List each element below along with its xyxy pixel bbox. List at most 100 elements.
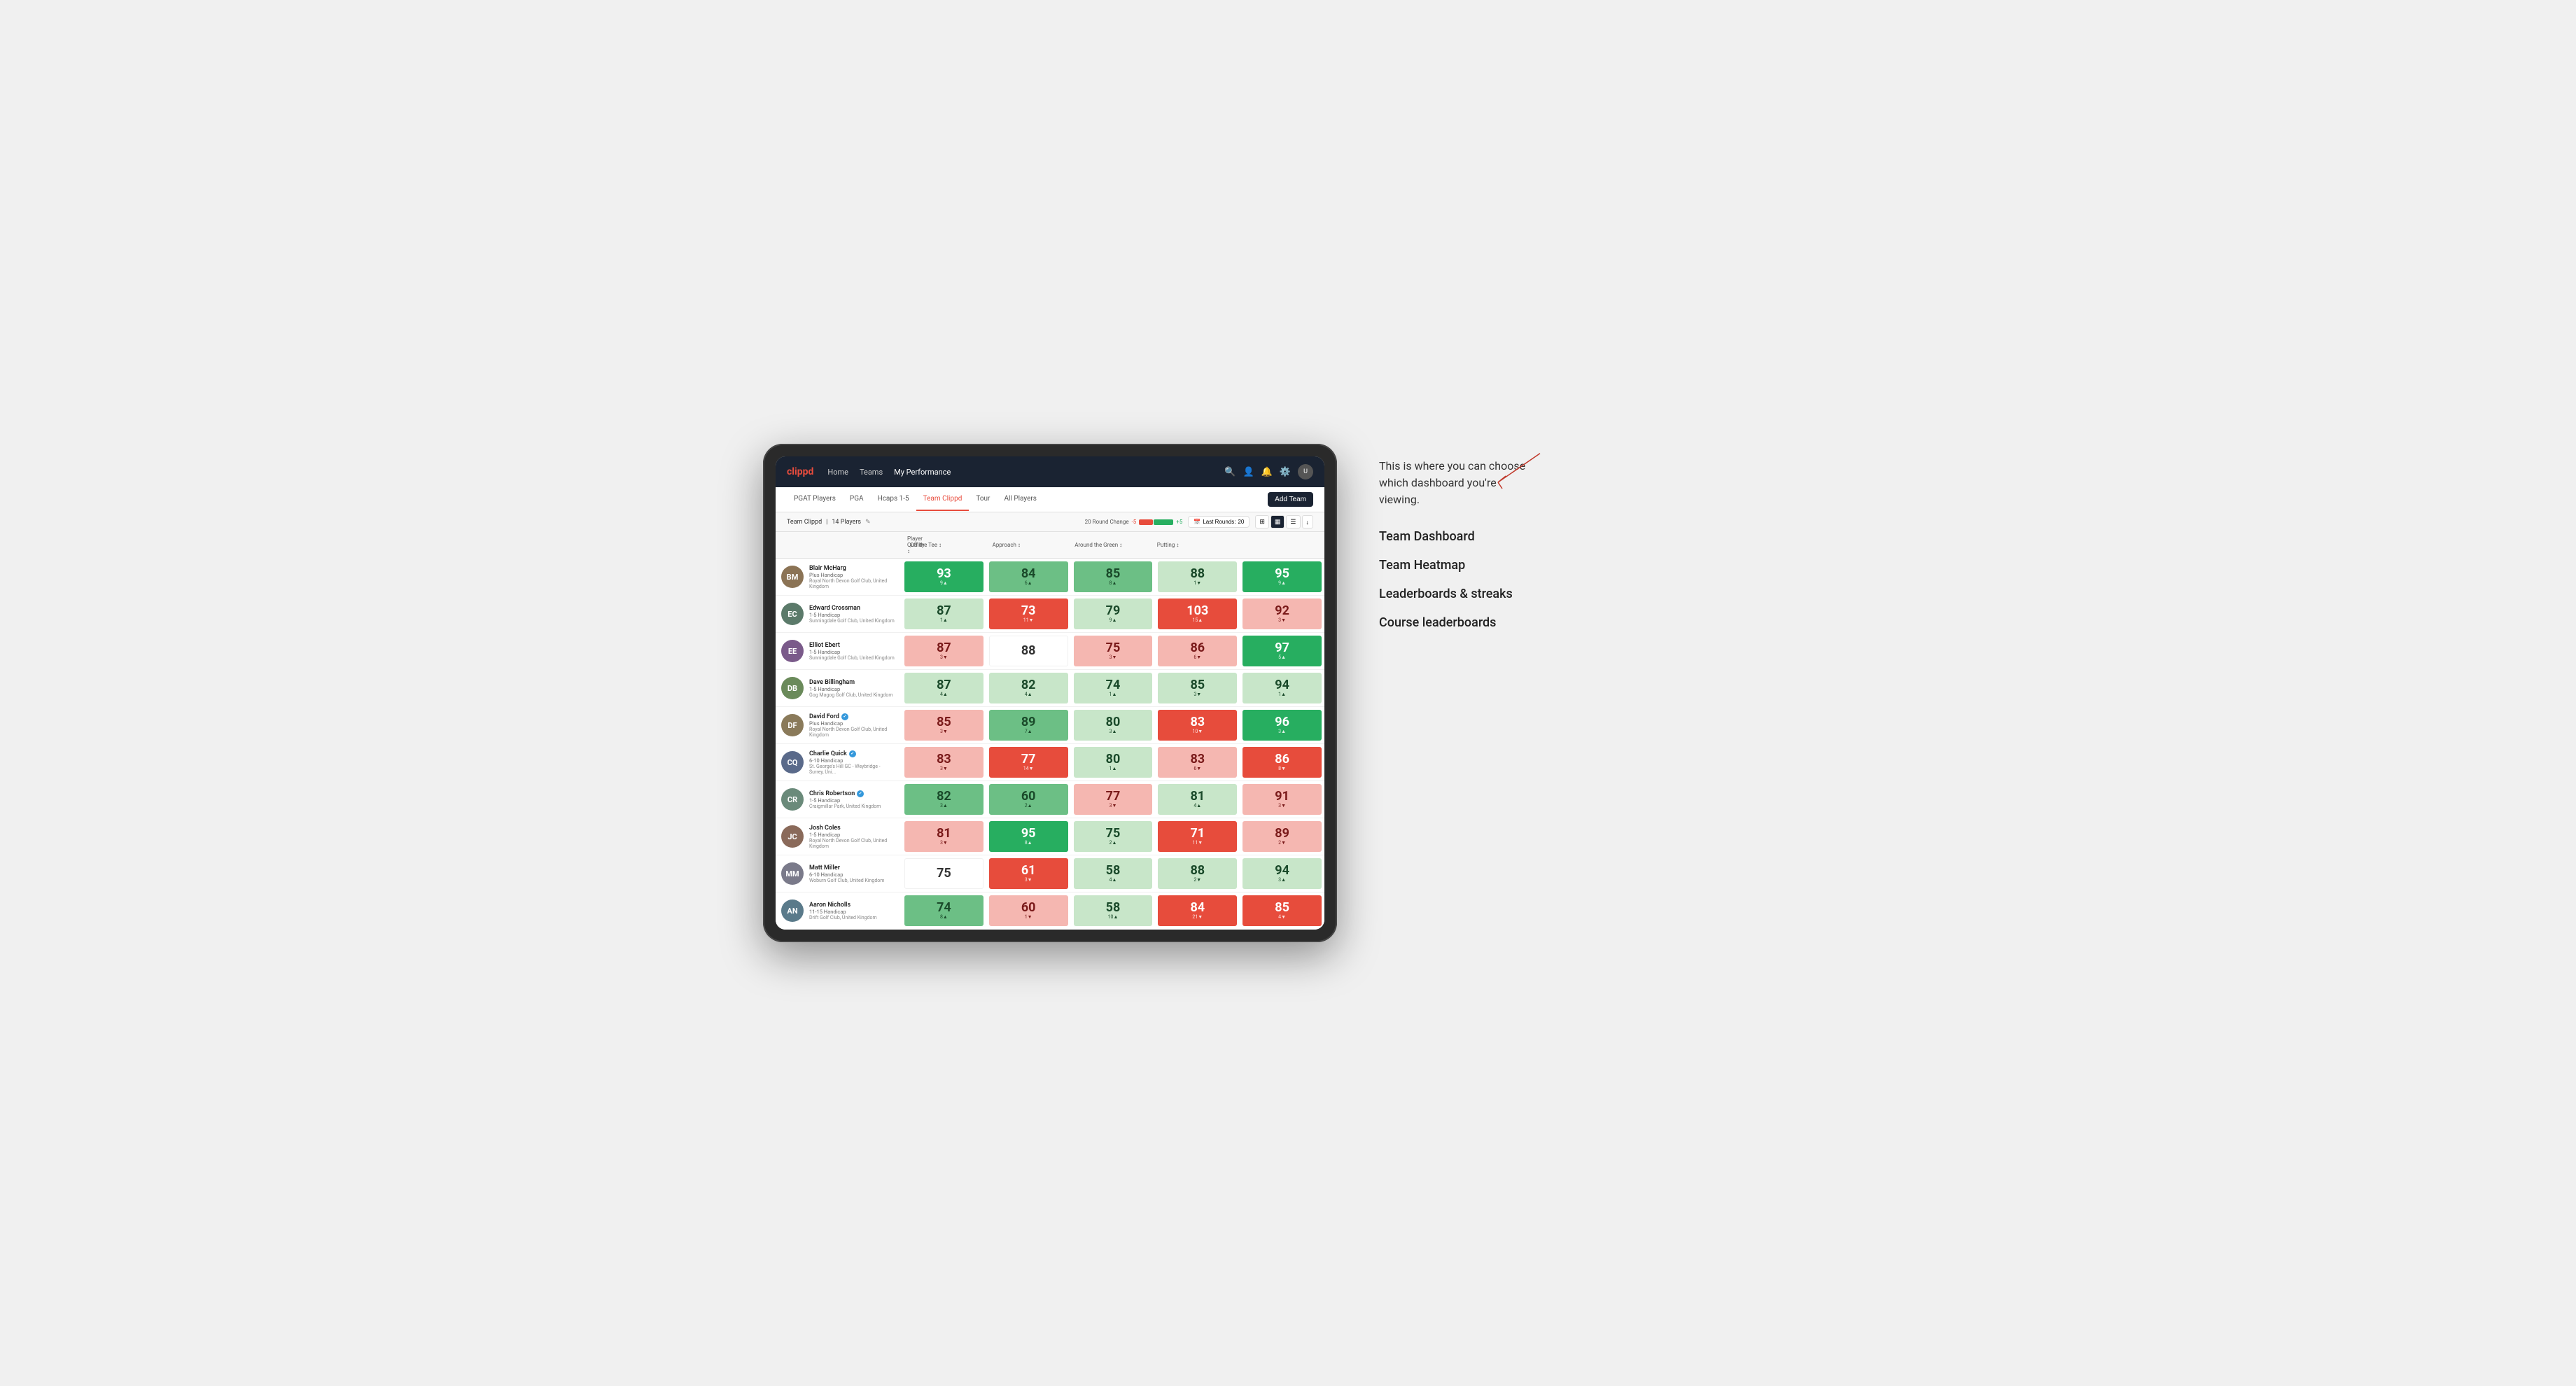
stat-change: 1▼ [1025, 914, 1032, 920]
stat-cell-4-0: 853▼ [902, 707, 986, 743]
stat-box: 814▲ [1158, 784, 1237, 815]
col-player-quality[interactable]: Player Quality ↕ [781, 532, 910, 558]
player-info-3[interactable]: DBDave Billingham1-5 HandicapGog Magog G… [776, 670, 902, 706]
stat-change: 6▼ [1194, 654, 1201, 660]
player-info-5[interactable]: CQCharlie Quick✓6-10 HandicapSt. George'… [776, 744, 902, 780]
player-club: Royal North Devon Golf Club, United King… [809, 727, 896, 738]
player-info-0[interactable]: BMBlair McHargPlus HandicapRoyal North D… [776, 559, 902, 595]
sub-nav-pgat[interactable]: PGAT Players [787, 488, 843, 511]
stat-box: 959▲ [1242, 561, 1322, 592]
stat-box: 7111▼ [1158, 821, 1237, 852]
verified-badge: ✓ [841, 713, 848, 720]
sub-nav-hcaps[interactable]: Hcaps 1-5 [871, 488, 916, 511]
stat-change: 2▼ [1194, 877, 1201, 883]
profile-icon[interactable]: 👤 [1242, 467, 1254, 477]
download-btn[interactable]: ↓ [1302, 515, 1314, 528]
nav-link-teams[interactable]: Teams [860, 465, 883, 479]
col-around-green[interactable]: Around the Green ↕ [1072, 532, 1154, 558]
stat-cell-0-2: 858▲ [1071, 559, 1156, 595]
player-name: Edward Crossman [809, 605, 895, 612]
stat-cell-8-4: 943▲ [1240, 855, 1324, 892]
avatar[interactable]: U [1298, 464, 1313, 479]
player-info-4[interactable]: DFDavid Ford✓Plus HandicapRoyal North De… [776, 707, 902, 743]
sub-nav-links: PGAT Players PGA Hcaps 1-5 Team Clippd T… [787, 488, 1044, 511]
player-handicap: 1-5 Handicap [809, 832, 896, 838]
stat-value: 91 [1275, 790, 1289, 803]
stat-change: 3▲ [1278, 729, 1286, 734]
stat-change: 3▼ [1025, 877, 1032, 883]
sub-nav-team-clippd[interactable]: Team Clippd [916, 488, 969, 511]
player-details: Dave Billingham1-5 HandicapGog Magog Gol… [809, 679, 893, 698]
player-handicap: 1-5 Handicap [809, 649, 895, 655]
player-name: Chris Robertson✓ [809, 790, 881, 797]
player-handicap: 1-5 Handicap [809, 797, 881, 804]
stat-value: 60 [1021, 790, 1036, 803]
table-row: JCJosh Coles1-5 HandicapRoyal North Devo… [776, 818, 1324, 855]
grid-view-btn[interactable]: ⊞ [1255, 515, 1269, 528]
table-row: ANAaron Nicholls11-15 HandicapDrift Golf… [776, 892, 1324, 930]
player-details: Charlie Quick✓6-10 HandicapSt. George's … [809, 750, 896, 775]
stat-box: 923▼ [1242, 598, 1322, 629]
nav-link-my-performance[interactable]: My Performance [894, 465, 951, 479]
stat-value: 89 [1275, 827, 1289, 840]
player-handicap: 6-10 Handicap [809, 757, 896, 764]
dashboard-option-3: Course leaderboards [1379, 615, 1561, 630]
stat-change: 4▲ [940, 692, 948, 697]
player-info-6[interactable]: CRChris Robertson✓1-5 HandicapCraigmilla… [776, 781, 902, 818]
col-off-tee[interactable]: Off the Tee ↕ [907, 532, 990, 558]
player-club: St. George's Hill GC - Weybridge - Surre… [809, 764, 896, 775]
avatar: BM [781, 566, 804, 588]
player-info-8[interactable]: MMMatt Miller6-10 HandicapWoburn Golf Cl… [776, 855, 902, 892]
table-row: MMMatt Miller6-10 HandicapWoburn Golf Cl… [776, 855, 1324, 892]
logo: clippd [787, 466, 813, 477]
stat-value: 97 [1275, 642, 1289, 654]
player-details: Chris Robertson✓1-5 HandicapCraigmillar … [809, 790, 881, 809]
player-info-2[interactable]: EEElliot Ebert1-5 HandicapSunningdale Go… [776, 633, 902, 669]
stat-box: 8421▼ [1158, 895, 1237, 926]
stat-change: 3▼ [940, 729, 948, 734]
player-details: Edward Crossman1-5 HandicapSunningdale G… [809, 605, 895, 624]
bell-icon[interactable]: 🔔 [1261, 467, 1273, 477]
stat-cell-6-2: 773▼ [1071, 781, 1156, 818]
stat-value: 79 [1106, 605, 1121, 617]
player-club: Royal North Devon Golf Club, United King… [809, 578, 896, 589]
stat-box: 853▼ [904, 710, 983, 741]
stat-change: 7▲ [1025, 729, 1032, 734]
last-rounds-button[interactable]: 📅 Last Rounds: 20 [1188, 516, 1250, 528]
round-change: 20 Round Change -5 +5 [1085, 519, 1183, 525]
stat-box: 584▲ [1074, 858, 1153, 889]
player-info-9[interactable]: ANAaron Nicholls11-15 HandicapDrift Golf… [776, 892, 902, 929]
col-approach[interactable]: Approach ↕ [990, 532, 1072, 558]
stat-change: 6▲ [1025, 580, 1032, 586]
stat-box: 873▼ [904, 636, 983, 666]
stat-box: 10315▲ [1158, 598, 1237, 629]
stat-cell-1-3: 10315▲ [1155, 596, 1240, 632]
stat-change: 2▼ [1278, 840, 1286, 846]
stat-cell-9-2: 5810▲ [1071, 892, 1156, 929]
nav-link-home[interactable]: Home [827, 465, 848, 479]
stat-change: 1▲ [1110, 766, 1117, 771]
stat-cell-1-4: 923▼ [1240, 596, 1324, 632]
heatmap-view-btn[interactable]: ▦ [1270, 515, 1285, 528]
player-info-7[interactable]: JCJosh Coles1-5 HandicapRoyal North Devo… [776, 818, 902, 855]
list-view-btn[interactable]: ☰ [1286, 515, 1300, 528]
edit-icon[interactable]: ✎ [865, 519, 871, 526]
stat-box: 7714▼ [989, 747, 1068, 778]
stat-change: 3▲ [1278, 877, 1286, 883]
tablet-screen: clippd Home Teams My Performance 🔍 👤 🔔 ⚙… [776, 456, 1324, 930]
settings-icon[interactable]: ⚙️ [1280, 467, 1291, 477]
sub-nav-all-players[interactable]: All Players [997, 488, 1044, 511]
add-team-button[interactable]: Add Team [1268, 492, 1313, 507]
stat-box: 858▲ [1074, 561, 1153, 592]
annotation-area: This is where you can choose which dashb… [1365, 444, 1575, 644]
stat-change: 14▼ [1023, 766, 1034, 771]
stat-box: 753▼ [1074, 636, 1153, 666]
stat-value: 92 [1275, 605, 1289, 617]
sub-nav-pga[interactable]: PGA [843, 488, 871, 511]
stat-cell-8-0: 75 [902, 855, 986, 892]
stat-value: 95 [1275, 568, 1289, 580]
col-putting[interactable]: Putting ↕ [1154, 532, 1237, 558]
player-info-1[interactable]: ECEdward Crossman1-5 HandicapSunningdale… [776, 596, 902, 632]
sub-nav-tour[interactable]: Tour [969, 488, 997, 511]
search-icon[interactable]: 🔍 [1224, 467, 1236, 477]
